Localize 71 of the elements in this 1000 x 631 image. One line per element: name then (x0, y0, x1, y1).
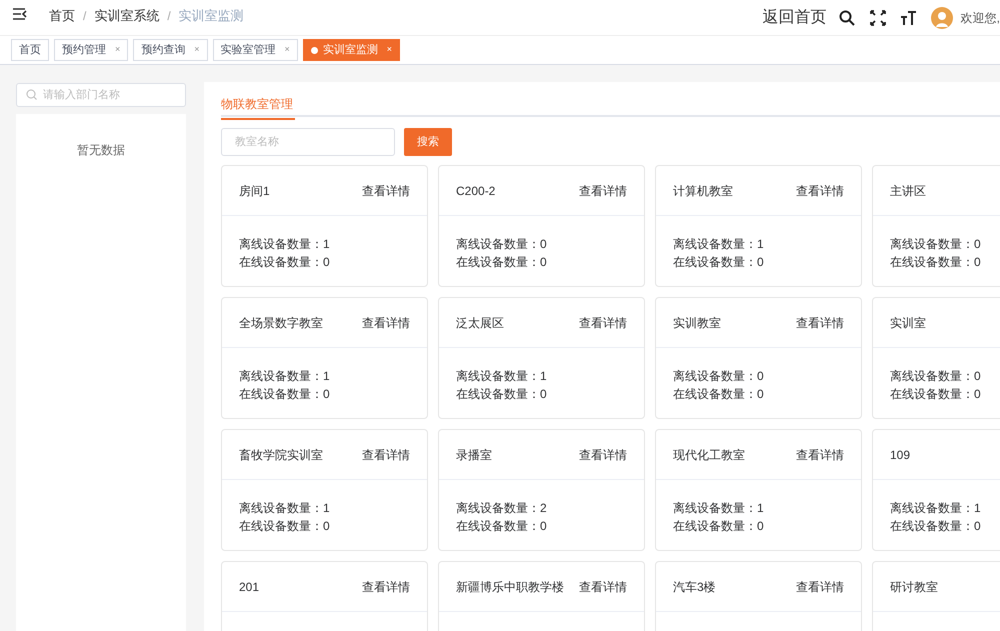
room-name: 201 (239, 578, 260, 596)
detail-link[interactable]: 查看详情 (796, 446, 844, 464)
room-name: 汽车3楼 (673, 578, 716, 596)
room-name: 研讨教室 (890, 578, 938, 596)
online-count: 在线设备数量：0 (673, 518, 765, 535)
detail-link[interactable]: 查看详情 (579, 446, 627, 464)
detail-link[interactable]: 查看详情 (579, 314, 627, 332)
tab[interactable]: 预约查询 × (133, 39, 208, 61)
offline-count: 离线设备数量：1 (890, 500, 982, 517)
detail-link[interactable]: 查看详情 (796, 578, 844, 596)
fullscreen-icon[interactable] (870, 10, 886, 26)
room-name: 实训室 (890, 314, 926, 332)
tab[interactable]: 预约管理 × (54, 39, 128, 61)
detail-link[interactable]: 查看详情 (579, 578, 627, 596)
font-size-icon[interactable] (900, 10, 917, 26)
room-name: 畜牧学院实训室 (239, 446, 323, 464)
online-count: 在线设备数量：0 (673, 386, 765, 403)
detail-link[interactable]: 查看详情 (362, 314, 410, 332)
offline-count: 离线设备数量：2 (456, 500, 548, 517)
empty-text: 暂无数据 (77, 142, 125, 157)
room-name: 泛太展区 (456, 314, 504, 332)
breadcrumb-item[interactable]: 实训室系统 (94, 6, 160, 26)
detail-link[interactable]: 查看详情 (796, 182, 844, 200)
detail-link[interactable]: 查看详情 (362, 182, 410, 200)
department-search-field[interactable]: 请输入部门名称 (16, 83, 186, 107)
breadcrumb-separator: / (83, 8, 86, 25)
online-count: 在线设备数量：0 (239, 386, 331, 403)
online-count: 在线设备数量：0 (239, 254, 331, 271)
room-name-field[interactable]: 教室名称 (221, 128, 395, 156)
room-name: 全场景数字教室 (239, 314, 323, 332)
offline-count: 离线设备数量：0 (890, 236, 982, 253)
online-count: 在线设备数量：0 (673, 254, 765, 271)
detail-link[interactable]: 查看详情 (579, 182, 627, 200)
offline-count: 离线设备数量：1 (673, 500, 765, 517)
online-count: 在线设备数量：0 (456, 386, 548, 403)
online-count: 在线设备数量：0 (890, 386, 982, 403)
tab[interactable]: 实验室管理 × (212, 39, 298, 61)
offline-count: 离线设备数量：1 (239, 236, 331, 253)
breadcrumb-item[interactable]: 首页 (49, 6, 75, 26)
room-name: 主讲区 (890, 182, 926, 200)
breadcrumb-item: 实训室监测 (178, 7, 244, 25)
home-link[interactable]: 返回首页 (762, 6, 827, 30)
room-name: 现代化工教室 (673, 446, 745, 464)
offline-count: 离线设备数量：0 (673, 368, 765, 385)
offline-count: 离线设备数量：1 (239, 368, 331, 385)
welcome-text: 欢迎您, (960, 10, 1000, 26)
online-count: 在线设备数量：0 (456, 518, 548, 535)
room-name: 109 (890, 446, 910, 464)
offline-count: 离线设备数量：0 (456, 236, 548, 253)
room-name: 房间1 (239, 182, 270, 200)
room-name: 录播室 (456, 446, 492, 464)
offline-count: 离线设备数量：0 (890, 368, 982, 385)
breadcrumb-separator: / (167, 8, 171, 25)
offline-count: 离线设备数量：1 (239, 500, 331, 517)
detail-link[interactable]: 查看详情 (796, 314, 844, 332)
room-name: 实训教室 (673, 314, 721, 332)
online-count: 在线设备数量：0 (239, 518, 331, 535)
room-name: C200-2 (456, 182, 496, 200)
detail-link[interactable]: 查看详情 (362, 446, 410, 464)
search-icon (26, 89, 37, 100)
detail-link[interactable]: 查看详情 (362, 578, 410, 596)
room-name: 计算机教室 (673, 182, 733, 200)
online-count: 在线设备数量：0 (890, 254, 982, 271)
online-count: 在线设备数量：0 (456, 254, 548, 271)
tab[interactable]: 首页 (11, 39, 49, 61)
search-icon[interactable] (838, 10, 855, 26)
online-count: 在线设备数量：0 (890, 518, 982, 535)
offline-count: 离线设备数量：1 (673, 236, 765, 253)
menu-icon[interactable] (13, 8, 27, 20)
offline-count: 离线设备数量：1 (456, 368, 548, 385)
room-name: 新疆博乐中职教学楼 (456, 578, 564, 596)
